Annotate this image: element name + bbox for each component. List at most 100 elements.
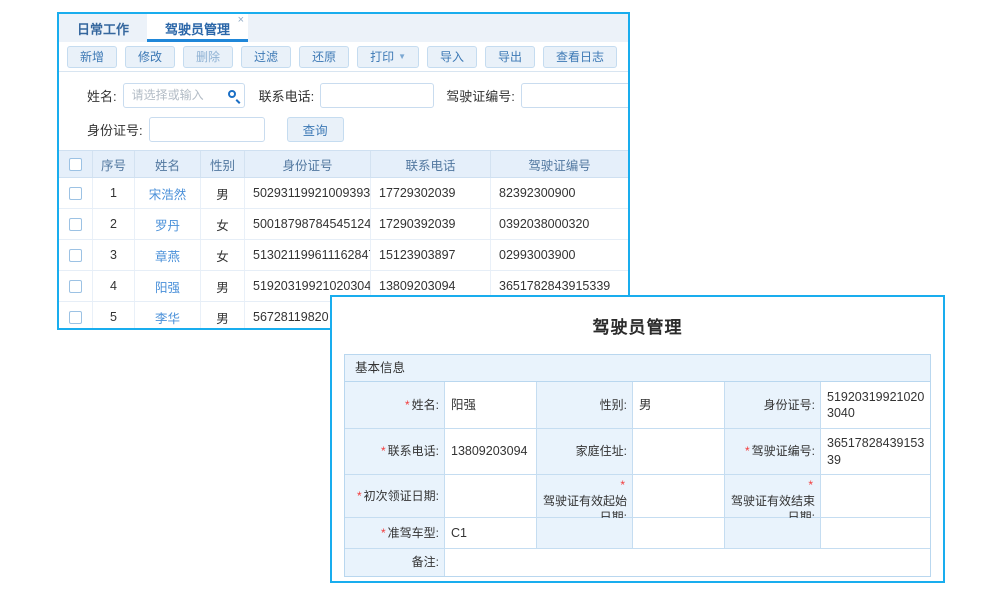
row-select-cell (59, 209, 93, 239)
header-license: 驾驶证编号 (491, 151, 628, 177)
tab-bar: 日常工作 驾驶员管理 × (59, 14, 628, 42)
delete-button[interactable]: 删除 (183, 46, 233, 68)
row-phone: 17729302039 (371, 178, 491, 208)
first-date-field-label: *初次领证日期: (345, 475, 445, 518)
detail-form: 基本信息 *姓名: 阳强 性别: 男 身份证号: 519203199210203… (344, 354, 931, 577)
row-checkbox[interactable] (69, 249, 82, 262)
name-field-wrap (123, 83, 245, 108)
row-gender: 女 (201, 240, 245, 270)
driver-name-link[interactable]: 阳强 (155, 277, 180, 296)
row-license: 0392038000320 (491, 209, 628, 239)
driver-name-link[interactable]: 罗丹 (155, 215, 180, 234)
gender-field-value: 男 (633, 382, 725, 429)
driver-name-link[interactable]: 李华 (155, 308, 180, 327)
tab-daily-work[interactable]: 日常工作 (59, 14, 147, 42)
row-name-cell: 罗丹 (135, 209, 201, 239)
toolbar: 新增 修改 删除 过滤 还原 打印 ▼ 导入 导出 查看日志 (59, 42, 628, 72)
row-license: 02993003900 (491, 240, 628, 270)
table-row: 2罗丹女500187987845451245172903920390392038… (59, 209, 628, 240)
row-id-number: 500187987845451245 (245, 209, 371, 239)
export-button[interactable]: 导出 (485, 46, 535, 68)
row-id-number: 502931199210093930 (245, 178, 371, 208)
row-no: 1 (93, 178, 135, 208)
driver-name-link[interactable]: 章燕 (155, 246, 180, 265)
search-icon[interactable] (228, 90, 236, 98)
driver-name-link[interactable]: 宋浩然 (149, 184, 187, 203)
add-button[interactable]: 新增 (67, 46, 117, 68)
edit-button[interactable]: 修改 (125, 46, 175, 68)
row-license: 82392300900 (491, 178, 628, 208)
remark-field-label: 备注: (345, 549, 445, 576)
row-no: 2 (93, 209, 135, 239)
row-select-cell (59, 302, 93, 330)
required-icon: * (405, 397, 410, 413)
tab-driver-management[interactable]: 驾驶员管理 × (147, 14, 248, 42)
row-phone: 15123903897 (371, 240, 491, 270)
header-select-cell (59, 151, 93, 177)
row-no: 3 (93, 240, 135, 270)
required-icon: * (357, 488, 362, 504)
row-checkbox[interactable] (69, 218, 82, 231)
required-icon: * (745, 443, 750, 459)
valid-end-field-label: *驾驶证有效结束日期: (725, 475, 821, 518)
header-no: 序号 (93, 151, 135, 177)
empty-value-cell (633, 518, 725, 549)
header-gender: 性别 (201, 151, 245, 177)
search-area: 姓名: 联系电话: 驾驶证编号: 驾 身份证号: 查询 (59, 72, 628, 146)
valid-start-field-value (633, 475, 725, 518)
vehicle-type-field-label: *准驾车型: (345, 518, 445, 549)
tab-label: 日常工作 (77, 19, 129, 38)
empty-label-cell (725, 518, 821, 549)
row-checkbox[interactable] (69, 280, 82, 293)
id-input[interactable] (149, 117, 265, 142)
view-log-button[interactable]: 查看日志 (543, 46, 617, 68)
address-field-value (633, 429, 725, 475)
query-button[interactable]: 查询 (287, 117, 344, 142)
id-label: 身份证号: (87, 120, 143, 139)
row-name-cell: 宋浩然 (135, 178, 201, 208)
phone-field-value: 13809203094 (445, 429, 537, 475)
first-date-field-value (445, 475, 537, 518)
required-icon: * (808, 477, 813, 493)
empty-value-cell (821, 518, 930, 549)
required-icon: * (381, 443, 386, 459)
search-row-1: 姓名: 联系电话: 驾驶证编号: 驾 (87, 78, 628, 112)
phone-field-label: *联系电话: (345, 429, 445, 475)
row-gender: 男 (201, 302, 245, 330)
section-basic-info: 基本信息 (345, 355, 930, 382)
row-id-number: 513021199611162847 (245, 240, 371, 270)
row-checkbox[interactable] (69, 311, 82, 324)
import-button[interactable]: 导入 (427, 46, 477, 68)
row-name-cell: 阳强 (135, 271, 201, 301)
license-label: 驾驶证编号: (446, 86, 515, 105)
license-input[interactable] (521, 83, 630, 108)
select-all-checkbox[interactable] (69, 158, 82, 171)
phone-label: 联系电话: (259, 86, 315, 105)
id-field-value: 519203199210203040 (821, 382, 930, 429)
chevron-down-icon: ▼ (398, 52, 406, 61)
row-no: 4 (93, 271, 135, 301)
required-icon: * (381, 525, 386, 541)
screen: 日常工作 驾驶员管理 × 新增 修改 删除 过滤 还原 打印 ▼ 导入 导出 查… (0, 0, 1000, 600)
id-field-label: 身份证号: (725, 382, 821, 429)
filter-button[interactable]: 过滤 (241, 46, 291, 68)
row-gender: 男 (201, 271, 245, 301)
row-name-cell: 章燕 (135, 240, 201, 270)
header-name: 姓名 (135, 151, 201, 177)
phone-input[interactable] (320, 83, 434, 108)
name-input[interactable] (123, 83, 245, 108)
row-checkbox[interactable] (69, 187, 82, 200)
print-button[interactable]: 打印 ▼ (357, 46, 419, 68)
table-row: 3 章燕 女513021199611162847151239038970299300… (59, 240, 628, 271)
driver-list-window: 日常工作 驾驶员管理 × 新增 修改 删除 过滤 还原 打印 ▼ 导入 导出 查… (57, 12, 630, 330)
valid-start-field-label: *驾驶证有效起始日期: (537, 475, 633, 518)
form-grid: *姓名: 阳强 性别: 男 身份证号: 519203199210203040 *… (345, 382, 930, 576)
table-row: 1宋浩然男50293119921009393017729302039823923… (59, 178, 628, 209)
row-select-cell (59, 240, 93, 270)
restore-button[interactable]: 还原 (299, 46, 349, 68)
row-phone: 17290392039 (371, 209, 491, 239)
remark-field-value (445, 549, 930, 576)
name-label: 姓名: (87, 86, 117, 105)
close-tab-icon[interactable]: × (238, 15, 244, 26)
name-field-value: 阳强 (445, 382, 537, 429)
